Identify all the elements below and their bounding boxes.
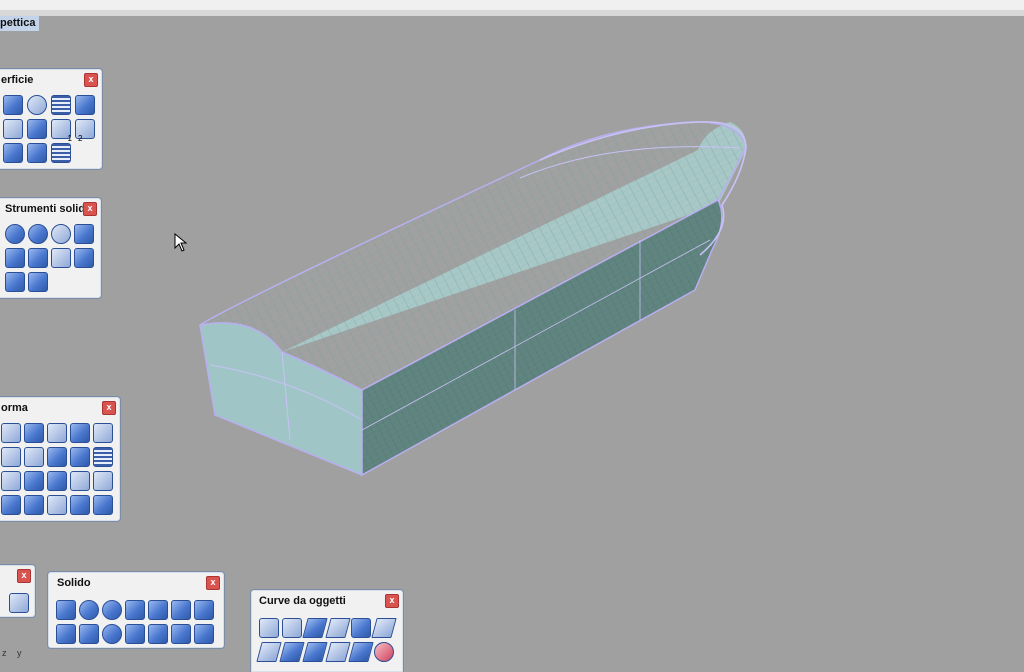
solid-revolve-icon[interactable] (148, 624, 168, 644)
trasforma-title: orma (1, 402, 28, 414)
boolean-intersection-icon[interactable] (51, 224, 71, 244)
solid-box-tool-icon[interactable] (5, 272, 25, 292)
pull-curve-icon[interactable] (256, 642, 282, 662)
extract-wireframe-icon[interactable] (325, 642, 351, 662)
solid-truncated-cone-icon[interactable] (194, 600, 214, 620)
solid-torus-icon[interactable] (102, 624, 122, 644)
mouse-cursor-icon (174, 233, 188, 252)
rotate-icon[interactable] (47, 423, 67, 443)
surface-plane-icon[interactable] (27, 143, 47, 163)
surface-from-points-icon[interactable] (3, 95, 23, 115)
contour-icon[interactable] (302, 618, 328, 638)
flow-icon[interactable] (47, 471, 67, 491)
surface-extrude-icon[interactable] (75, 95, 95, 115)
move-icon[interactable] (1, 423, 21, 443)
boolean-difference-icon[interactable] (28, 224, 48, 244)
array-icon[interactable] (93, 447, 113, 467)
smash-icon[interactable] (93, 471, 113, 491)
extract-surface-icon[interactable] (28, 248, 48, 268)
solido-title: Solido (57, 577, 91, 589)
surface-ellipse-icon[interactable] (27, 95, 47, 115)
solid-edit-icon[interactable] (28, 272, 48, 292)
shear-icon[interactable] (47, 447, 67, 467)
solid-extrude-icon[interactable] (171, 624, 191, 644)
curve-da-oggetti-toolbar[interactable]: Curve da oggetti x (250, 589, 404, 672)
boolean-union-icon[interactable] (5, 224, 25, 244)
fillet-edges-icon[interactable] (51, 248, 71, 268)
box-edit-icon[interactable] (93, 495, 113, 515)
wave-icon[interactable] (47, 495, 67, 515)
superficie-title: erficie (1, 74, 34, 86)
solid-box-icon[interactable] (56, 600, 76, 620)
twist-icon[interactable] (70, 447, 90, 467)
strumenti-solidi-toolbar[interactable]: Strumenti solidi x (0, 197, 102, 299)
superficie-toolbar[interactable]: erficie x 1 2 (0, 68, 103, 170)
strumenti-solidi-close-button[interactable]: x (83, 202, 97, 216)
splop-icon[interactable] (70, 495, 90, 515)
duplicate-border-icon[interactable] (282, 618, 302, 638)
silhouette-icon[interactable] (351, 618, 371, 638)
duplicate-edge-icon[interactable] (259, 618, 279, 638)
surface-network-icon[interactable] (27, 119, 47, 139)
surface-from-grid-icon[interactable] (51, 95, 71, 115)
solid-pipe-icon[interactable] (125, 624, 145, 644)
surface-heightfield-icon[interactable] (51, 143, 71, 163)
unroll-icon[interactable] (374, 642, 394, 662)
boolean-split-icon[interactable] (74, 224, 94, 244)
unnamed-close-button[interactable]: x (17, 569, 31, 583)
cap-holes-icon[interactable] (5, 248, 25, 268)
solid-cone-icon[interactable] (148, 600, 168, 620)
stretch-icon[interactable] (70, 471, 90, 491)
taper-icon[interactable] (24, 471, 44, 491)
mirror-icon[interactable] (93, 423, 113, 443)
solid-text-icon[interactable] (194, 624, 214, 644)
create-uv-curves-icon[interactable] (348, 642, 374, 662)
superficie-close-button[interactable]: x (84, 73, 98, 87)
solid-cylinder-icon[interactable] (56, 624, 76, 644)
solid-paraboloid-icon[interactable] (125, 600, 145, 620)
project-icon[interactable] (24, 495, 44, 515)
trasforma-close-button[interactable]: x (102, 401, 116, 415)
align-icon[interactable] (24, 447, 44, 467)
section-icon[interactable] (325, 618, 351, 638)
surface-sweep2-icon[interactable]: 2 (75, 119, 95, 143)
project-curve-icon[interactable] (371, 618, 397, 638)
surface-patch-icon[interactable] (3, 119, 23, 139)
curve-da-oggetti-close-button[interactable]: x (385, 594, 399, 608)
trasforma-toolbar[interactable]: orma x (0, 396, 121, 522)
surface-sweep1-icon[interactable]: 1 (51, 119, 72, 143)
unnamed-toolbar[interactable]: x (0, 564, 36, 618)
extract-isocurve-icon[interactable] (302, 642, 328, 662)
solido-close-button[interactable]: x (206, 576, 220, 590)
solid-pyramid-icon[interactable] (171, 600, 191, 620)
solid-sphere-icon[interactable] (79, 600, 99, 620)
intersect-icon[interactable] (279, 642, 305, 662)
scale-icon[interactable] (70, 423, 90, 443)
strumenti-solidi-title: Strumenti solidi (5, 203, 89, 215)
curve-da-oggetti-title: Curve da oggetti (259, 595, 346, 607)
solid-tube-icon[interactable] (79, 624, 99, 644)
solido-toolbar[interactable]: Solido x (47, 571, 225, 649)
cage-edit-icon[interactable] (1, 495, 21, 515)
bend-icon[interactable] (1, 471, 21, 491)
viewport-layout-icon[interactable] (9, 593, 29, 613)
shell-solid-icon[interactable] (74, 248, 94, 268)
copy-icon[interactable] (24, 423, 44, 443)
solid-ellipsoid-icon[interactable] (102, 600, 122, 620)
orient-icon[interactable] (1, 447, 21, 467)
axis-indicator: z y (2, 648, 22, 658)
surface-revolve-icon[interactable] (3, 143, 23, 163)
